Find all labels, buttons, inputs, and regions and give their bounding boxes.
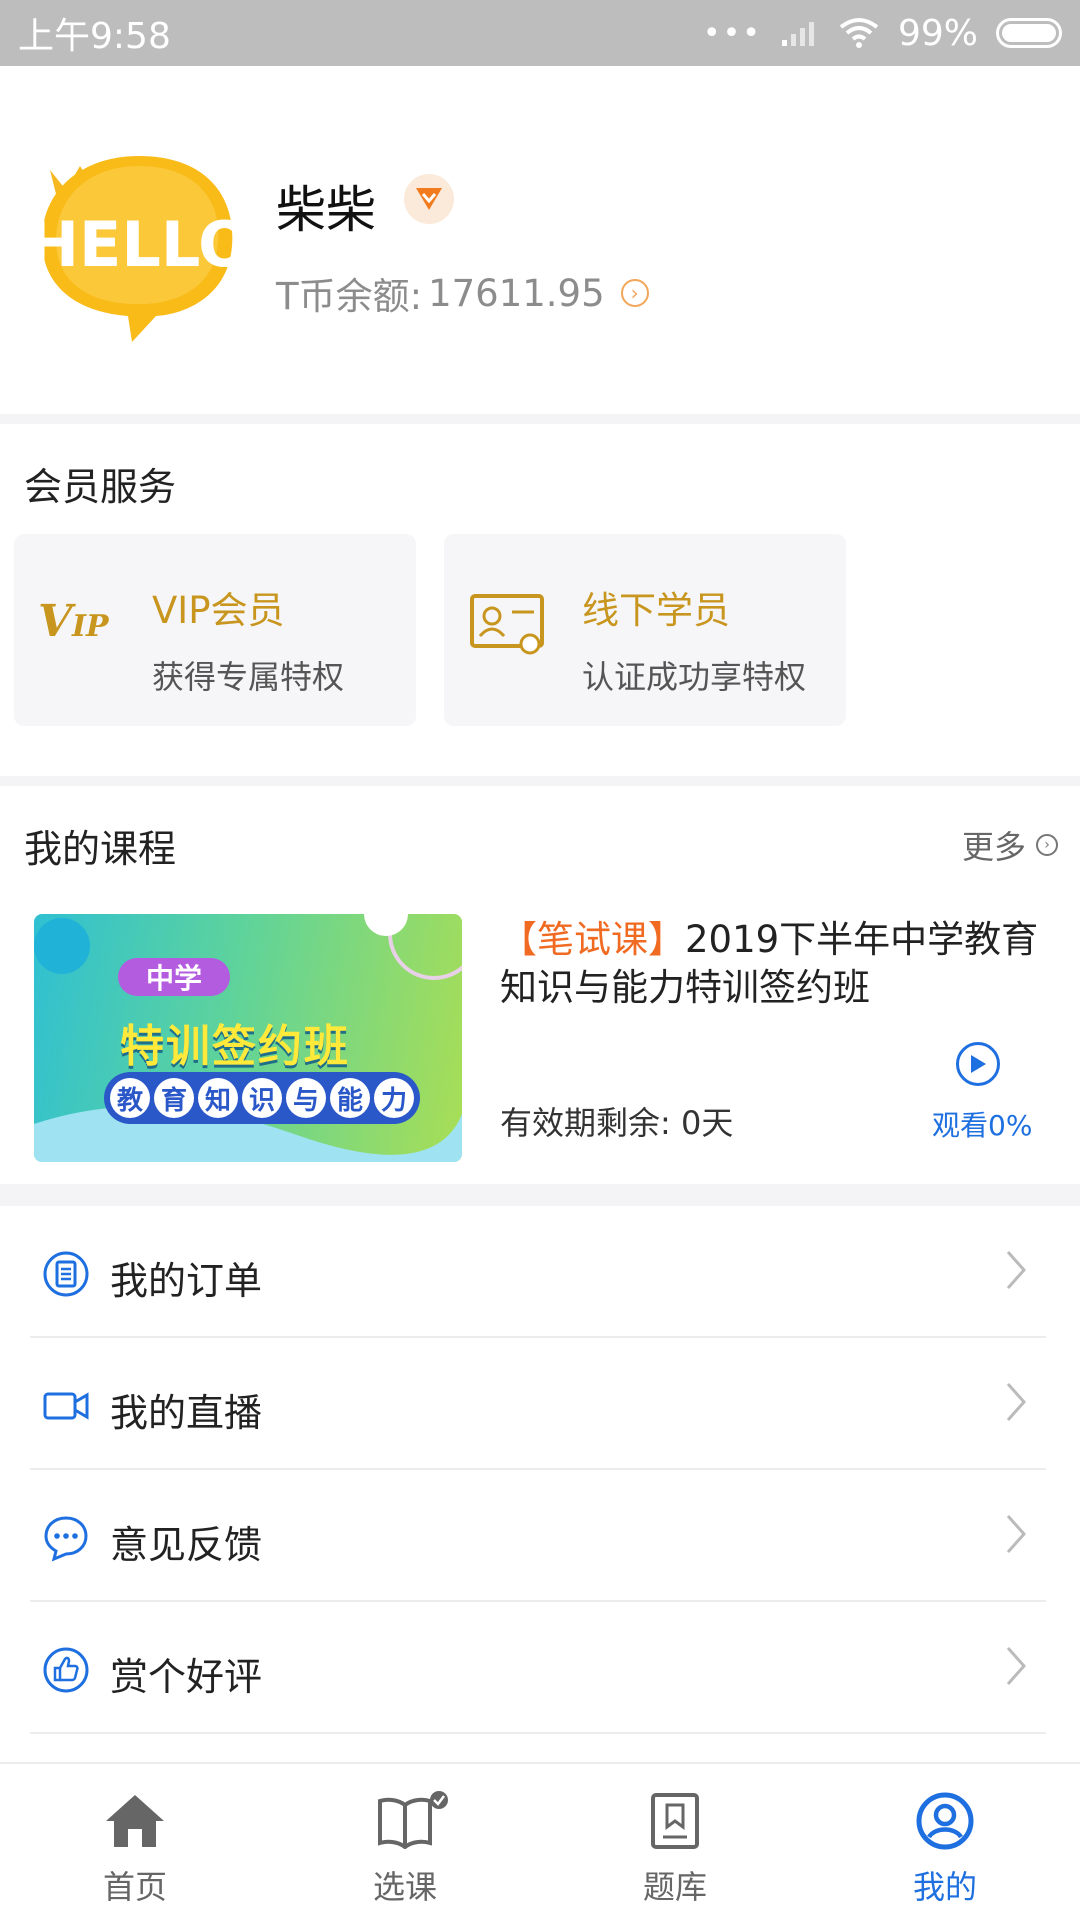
member-services-section: 会员服务 V IP VIP会员 获得专属特权 线下学员 认证成功享特权 bbox=[0, 424, 1080, 776]
banner-sub-char: 与 bbox=[286, 1078, 326, 1118]
offline-student-card[interactable]: 线下学员 认证成功享特权 bbox=[444, 534, 846, 726]
watch-progress[interactable]: 观看0% bbox=[932, 1104, 1032, 1144]
section-title: 我的课程 bbox=[24, 827, 177, 871]
balance-row[interactable]: T币余额: 17611.95 › bbox=[276, 266, 649, 320]
chat-icon bbox=[44, 1516, 88, 1562]
banner-sub-char: 教 bbox=[110, 1078, 150, 1118]
status-time: 上午9:58 bbox=[18, 16, 171, 57]
course-expiry: 有效期剩余: 0天 bbox=[500, 1104, 734, 1142]
course-title[interactable]: 【笔试课】2019下半年中学教育知识与能力特训签约班 bbox=[500, 916, 1060, 1012]
battery-percent: 99% bbox=[897, 12, 978, 54]
tab-home[interactable]: 首页 bbox=[45, 1786, 225, 1906]
user-icon bbox=[916, 1792, 974, 1850]
vip-icon-text: IP bbox=[71, 609, 110, 644]
verified-badge-icon bbox=[404, 174, 454, 224]
banner-sub-char: 知 bbox=[198, 1078, 238, 1118]
chevron-right-icon bbox=[1006, 1251, 1027, 1289]
chevron-right-icon bbox=[1006, 1515, 1027, 1553]
home-icon bbox=[106, 1795, 164, 1847]
course-banner[interactable]: 中学 特训签约班 教 育 知 识 与 能 力 bbox=[34, 914, 462, 1162]
offline-card-title: 线下学员 bbox=[582, 589, 730, 632]
menu-item-rate[interactable]: 赏个好评 bbox=[30, 1602, 1046, 1734]
tab-label: 我的 bbox=[912, 1868, 977, 1906]
banner-sub-char: 育 bbox=[154, 1078, 194, 1118]
banner-title: 特训签约班 bbox=[120, 1021, 350, 1072]
chevron-right-icon: › bbox=[620, 279, 649, 307]
tab-question-bank[interactable]: 题库 bbox=[585, 1786, 765, 1906]
tab-label: 选课 bbox=[372, 1868, 437, 1906]
menu-label: 我的直播 bbox=[110, 1391, 263, 1435]
menu-list: 我的订单 我的直播 意见反馈 赏个好评 bbox=[0, 1206, 1080, 1762]
menu-label: 赏个好评 bbox=[110, 1655, 263, 1699]
book-icon bbox=[378, 1797, 432, 1849]
tab-mine[interactable]: 我的 bbox=[855, 1786, 1035, 1906]
order-icon bbox=[43, 1251, 89, 1297]
signal-icon bbox=[781, 22, 814, 46]
course-tag: 【笔试课】 bbox=[500, 918, 685, 961]
menu-label: 意见反馈 bbox=[110, 1523, 263, 1567]
banner-sub-char: 力 bbox=[374, 1078, 414, 1118]
username: 柴柴 bbox=[276, 181, 376, 239]
signal-dots: ••• bbox=[702, 15, 762, 51]
thumbs-up-icon bbox=[43, 1647, 89, 1693]
question-bank-icon bbox=[651, 1793, 699, 1849]
wifi-icon bbox=[839, 18, 879, 48]
svg-text:V: V bbox=[38, 596, 76, 647]
bottom-tab-bar: 首页 选课 题库 我的 bbox=[0, 1762, 1080, 1920]
banner-sub-char: 能 bbox=[330, 1078, 370, 1118]
certificate-icon bbox=[468, 592, 548, 666]
vip-card-title: VIP会员 bbox=[152, 589, 285, 632]
menu-label: 我的订单 bbox=[110, 1259, 263, 1303]
balance-label: T币余额: bbox=[276, 275, 423, 318]
menu-item-orders[interactable]: 我的订单 bbox=[30, 1206, 1046, 1338]
tab-courses[interactable]: 选课 bbox=[315, 1786, 495, 1906]
tab-label: 首页 bbox=[102, 1868, 167, 1906]
battery-icon bbox=[996, 18, 1062, 48]
avatar-text: HELLO bbox=[36, 208, 242, 281]
chevron-right-icon bbox=[1006, 1647, 1027, 1685]
vip-icon: V IP bbox=[38, 592, 128, 656]
offline-card-subtitle: 认证成功享特权 bbox=[582, 658, 807, 696]
chevron-right-icon: › bbox=[1036, 834, 1058, 856]
play-icon[interactable] bbox=[956, 1042, 1000, 1086]
menu-item-feedback[interactable]: 意见反馈 bbox=[30, 1470, 1046, 1602]
tab-label: 题库 bbox=[642, 1868, 707, 1906]
profile-header: HELLO 柴柴 T币余额: 17611.95 › bbox=[0, 66, 1080, 414]
chevron-right-icon bbox=[1006, 1383, 1027, 1421]
balance-value: 17611.95 bbox=[428, 271, 605, 315]
more-label: 更多 bbox=[961, 828, 1026, 866]
avatar[interactable]: HELLO bbox=[27, 136, 251, 342]
more-link[interactable]: 更多 › bbox=[962, 822, 1058, 868]
status-bar: 上午9:58 ••• 99% bbox=[0, 0, 1080, 66]
banner-subtitle: 教 育 知 识 与 能 力 bbox=[104, 1072, 420, 1124]
banner-sub-char: 识 bbox=[242, 1078, 282, 1118]
menu-item-live[interactable]: 我的直播 bbox=[30, 1338, 1046, 1470]
section-title: 会员服务 bbox=[24, 465, 177, 509]
vip-member-card[interactable]: V IP VIP会员 获得专属特权 bbox=[14, 534, 416, 726]
video-icon bbox=[43, 1392, 89, 1420]
banner-tag: 中学 bbox=[118, 958, 230, 996]
vip-card-subtitle: 获得专属特权 bbox=[152, 658, 345, 696]
my-courses-section: 我的课程 更多 › 中学 特训签约班 教 育 知 识 与 能 力 【笔试课】20… bbox=[0, 786, 1080, 1184]
check-badge-icon bbox=[430, 1791, 448, 1809]
